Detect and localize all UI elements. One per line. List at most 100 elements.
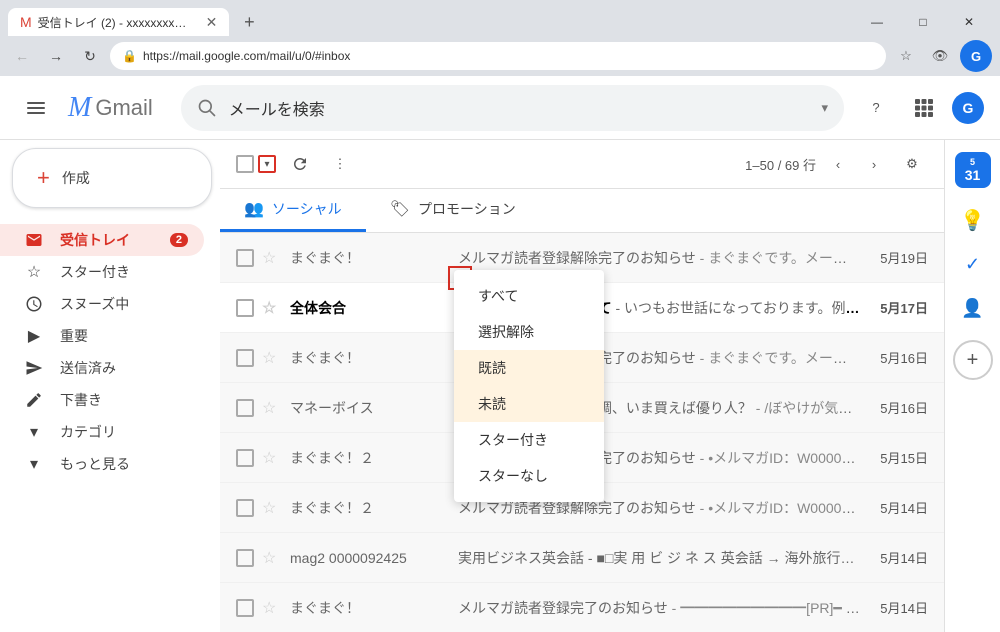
email-checkbox[interactable] [236, 599, 254, 617]
dropdown-item-all[interactable]: すべて [454, 278, 604, 314]
calendar-icon[interactable]: 5 31 [955, 152, 991, 188]
email-subject: メルマガ読者登録解除完了のお知らせ - まぐまぐです。メールマガジンの読者登..… [458, 248, 860, 268]
email-checkbox[interactable] [236, 449, 254, 467]
sidebar-item-drafts[interactable]: 下書き [0, 384, 204, 416]
star-button[interactable]: ☆ [262, 248, 282, 268]
star-icon: ☆ [24, 262, 44, 282]
email-list-container: ▾ ⋮ 1–50 / 69 行 ‹ › ⚙ 👥 ソーシャル [220, 140, 944, 632]
sidebar-item-inbox[interactable]: 受信トレイ 2 [0, 224, 204, 256]
star-button[interactable]: ☆ [262, 298, 282, 318]
select-dropdown-button[interactable]: ▾ [258, 155, 276, 173]
dropdown-item-deselect[interactable]: 選択解除 [454, 314, 604, 350]
user-avatar[interactable]: G [952, 92, 984, 124]
close-button[interactable]: ✕ [946, 8, 992, 36]
email-sender: 全体会合 [290, 298, 450, 318]
tab-title: 受信トレイ (2) - xxxxxxxx@x... [38, 14, 198, 31]
sidebar-item-categories[interactable]: ▾ カテゴリ [0, 416, 204, 448]
maximize-button[interactable]: □ [900, 8, 946, 36]
inbox-icon [24, 231, 44, 249]
search-dropdown-icon[interactable]: ▾ [821, 100, 828, 116]
refresh-button[interactable] [284, 148, 316, 180]
right-sidebar: 5 31 💡 ✓ 👤 + [944, 140, 1000, 632]
star-button[interactable]: ☆ [262, 548, 282, 568]
sidebar-item-starred[interactable]: ☆ スター付き [0, 256, 204, 288]
search-bar[interactable]: メールを検索 ▾ [181, 85, 844, 131]
email-checkbox[interactable] [236, 399, 254, 417]
category-tabs: 👥 ソーシャル 🏷 プロモーション [220, 189, 944, 233]
email-sender: マネーボイス [290, 398, 450, 418]
sidebar-important-label: 重要 [60, 326, 88, 346]
prev-page-button[interactable]: ‹ [824, 150, 852, 178]
sidebar-sent-label: 送信済み [60, 358, 116, 378]
email-sender: mag2 0000092425 [290, 550, 450, 566]
new-tab-button[interactable]: + [237, 10, 261, 34]
email-list-header: ▾ ⋮ 1–50 / 69 行 ‹ › ⚙ [220, 140, 944, 189]
search-icon [197, 98, 217, 118]
email-checkbox[interactable] [236, 499, 254, 517]
compose-button[interactable]: + 作成 [12, 148, 212, 208]
contacts-icon[interactable]: 👤 [953, 288, 993, 328]
email-checkbox[interactable] [236, 549, 254, 567]
select-all-checkbox[interactable] [236, 155, 254, 173]
add-app-button[interactable]: + [953, 340, 993, 380]
window-controls: — □ ✕ [854, 8, 992, 36]
sidebar-item-important[interactable]: ▶ 重要 [0, 320, 204, 352]
gmail-header: M Gmail メールを検索 ▾ ? [0, 76, 1000, 140]
email-checkbox[interactable] [236, 349, 254, 367]
reload-button[interactable]: ↻ [76, 42, 104, 70]
star-button[interactable]: ☆ [262, 398, 282, 418]
tab-close-button[interactable]: ✕ [206, 14, 218, 31]
active-tab[interactable]: M 受信トレイ (2) - xxxxxxxx@x... ✕ [8, 8, 229, 36]
gmail-body: + 作成 受信トレイ 2 ☆ スター付き スヌーズ中 [0, 140, 1000, 632]
star-button[interactable]: ☆ [262, 448, 282, 468]
sidebar-snoozed-label: スヌーズ中 [60, 294, 129, 314]
back-button[interactable]: ← [8, 42, 36, 70]
settings-button[interactable]: ⚙ [896, 148, 928, 180]
hamburger-menu[interactable] [16, 88, 56, 128]
email-checkbox[interactable] [236, 299, 254, 317]
dropdown-item-starred[interactable]: スター付き [454, 422, 604, 458]
dropdown-item-unread[interactable]: 未読 [454, 386, 604, 422]
email-checkbox[interactable] [236, 249, 254, 267]
apps-icon [914, 98, 934, 118]
sidebar-item-more[interactable]: ▾ もっと見る [0, 448, 204, 480]
keep-icon[interactable]: 💡 [953, 200, 993, 240]
logo-m: M [68, 92, 91, 124]
forward-button[interactable]: → [42, 42, 70, 70]
star-button[interactable]: ☆ [262, 598, 282, 618]
help-button[interactable]: ? [856, 88, 896, 128]
tasks-icon[interactable]: ✓ [953, 244, 993, 284]
extension-icon[interactable]: 👁 [926, 42, 954, 70]
more-options-button[interactable]: ⋮ [324, 148, 356, 180]
gmail-app: M Gmail メールを検索 ▾ ? [0, 76, 1000, 632]
clock-icon [24, 295, 44, 313]
email-date: 5月14日 [868, 498, 928, 517]
address-input[interactable]: 🔒 https://mail.google.com/mail/u/0/#inbo… [110, 42, 886, 70]
social-tab-label: プロモーション [418, 199, 516, 219]
email-sender: まぐまぐ！ [290, 248, 450, 268]
tab-primary[interactable]: 👥 ソーシャル [220, 189, 366, 232]
star-button[interactable]: ☆ [262, 348, 282, 368]
address-text: https://mail.google.com/mail/u/0/#inbox [143, 49, 350, 63]
sidebar-starred-label: スター付き [60, 262, 130, 282]
tab-social[interactable]: 🏷 プロモーション [366, 189, 540, 232]
table-row[interactable]: ☆ まぐまぐ！ メルマガ読者登録完了のお知らせ - ━━━━━━━━━[PR]━… [220, 583, 944, 632]
email-date: 5月19日 [868, 248, 928, 267]
sidebar-item-snoozed[interactable]: スヌーズ中 [0, 288, 204, 320]
dropdown-item-unstarred[interactable]: スターなし [454, 458, 604, 494]
hamburger-icon [27, 102, 45, 114]
logo-text: Gmail [95, 95, 152, 121]
compose-icon: + [37, 165, 50, 191]
email-date: 5月15日 [868, 448, 928, 467]
bookmark-icon[interactable]: ☆ [892, 42, 920, 70]
dropdown-item-read[interactable]: 既読 [454, 350, 604, 386]
email-sender: まぐまぐ！ [290, 598, 450, 618]
table-row[interactable]: ☆ mag2 0000092425 実用ビジネス英会話 - ■□実 用 ビ ジ … [220, 533, 944, 583]
apps-button[interactable] [904, 88, 944, 128]
minimize-button[interactable]: — [854, 8, 900, 36]
sidebar-item-sent[interactable]: 送信済み [0, 352, 204, 384]
next-page-button[interactable]: › [860, 150, 888, 178]
account-icon[interactable]: G [960, 40, 992, 72]
address-bar-row: ← → ↻ 🔒 https://mail.google.com/mail/u/0… [0, 36, 1000, 76]
star-button[interactable]: ☆ [262, 498, 282, 518]
